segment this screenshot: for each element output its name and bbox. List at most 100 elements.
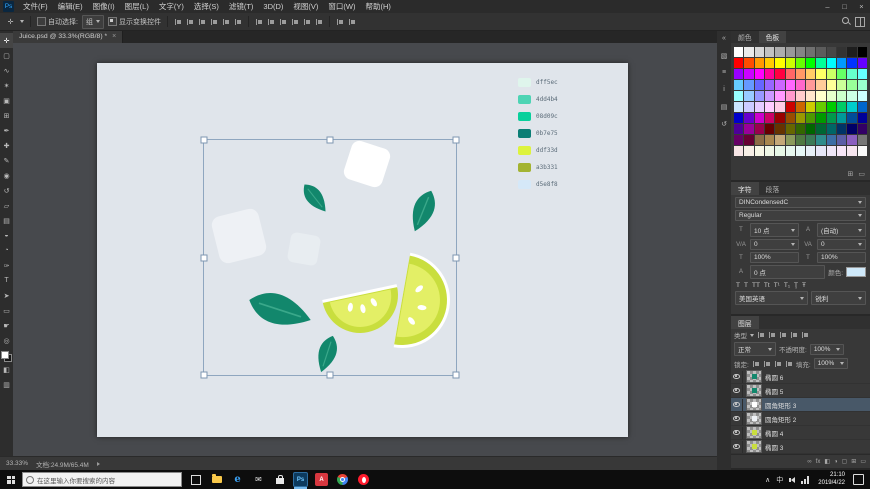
swatch-cell[interactable] [837,80,846,90]
swatch-cell[interactable] [734,58,743,68]
filter-type-icon[interactable] [779,331,787,339]
swatch-cell[interactable] [816,80,825,90]
foreground-background-swatches[interactable] [1,351,12,362]
swatch-cell[interactable] [827,102,836,112]
swatch-cell[interactable] [744,113,753,123]
swatch-cell[interactable] [827,124,836,134]
store-button[interactable] [269,470,290,489]
swatch-cell[interactable] [765,135,774,145]
menu-edit[interactable]: 编辑(E) [53,0,88,13]
tab-character[interactable]: 字符 [731,182,759,195]
swatch-cell[interactable] [816,102,825,112]
lock-position-icon[interactable] [774,360,782,368]
taskbar-clock[interactable]: 21:10 2019/4/22 [813,472,850,487]
search-icon[interactable] [842,17,851,26]
swatch-cell[interactable] [786,91,795,101]
frame-tool[interactable]: ⊞ [0,108,13,123]
volume-icon[interactable] [786,477,798,483]
swatch-cell[interactable] [816,113,825,123]
layer-visibility-icon[interactable] [731,399,743,411]
task-view-button[interactable] [185,470,206,489]
swatch-cell[interactable] [837,135,846,145]
swatch-cell[interactable] [744,69,753,79]
3d-mode-icon[interactable] [336,18,344,26]
transform-handle[interactable] [453,137,460,144]
tray-expand-icon[interactable]: ∧ [762,476,773,484]
align-left-icon[interactable] [174,18,182,26]
distribute-center-h-icon[interactable] [303,18,311,26]
swatch-cell[interactable] [755,102,764,112]
menu-type[interactable]: 文字(Y) [154,0,189,13]
layer-row[interactable]: 圆角矩形 2 [731,412,870,426]
lasso-tool[interactable]: ∿ [0,63,13,78]
swatch-cell[interactable] [796,58,805,68]
swatch-cell[interactable] [775,91,784,101]
canvas-area[interactable]: dff5ec4dd4b408d09c0b7e75ddf33da3b331d5e8… [13,43,717,457]
text-color-swatch[interactable] [846,267,866,277]
transform-handle[interactable] [201,137,208,144]
swatch-cell[interactable] [755,135,764,145]
swatch-cell[interactable] [796,124,805,134]
menu-file[interactable]: 文件(F) [18,0,53,13]
swatch-cell[interactable] [837,102,846,112]
distribute-left-icon[interactable] [291,18,299,26]
font-size-dropdown[interactable]: 10 点 [750,223,799,237]
layer-name[interactable]: 椭圆 5 [765,386,783,396]
align-top-icon[interactable] [210,18,218,26]
swatch-cell[interactable] [786,80,795,90]
swatch-cell[interactable] [796,113,805,123]
blend-mode-dropdown[interactable]: 正常 [734,342,776,356]
layer-visibility-icon[interactable] [731,441,743,453]
close-button[interactable]: × [853,0,870,13]
dodge-tool[interactable]: ◔ [0,243,13,258]
swatch-cell[interactable] [775,58,784,68]
swatch-cell[interactable] [858,124,867,134]
swatch-cell[interactable] [816,135,825,145]
swatch-cell[interactable] [847,124,856,134]
layer-name[interactable]: 椭圆 6 [765,372,783,382]
menu-view[interactable]: 视图(V) [288,0,323,13]
layer-mask-icon[interactable]: ◧ [824,458,830,465]
swatch-cell[interactable] [837,146,846,156]
align-bottom-icon[interactable] [234,18,242,26]
swatch-cell[interactable] [765,47,774,57]
swatch-cell[interactable] [786,113,795,123]
swatch-cell[interactable] [806,135,815,145]
workspace-icon[interactable] [855,17,865,27]
layer-thumbnail[interactable] [746,384,762,397]
swatch-cell[interactable] [847,135,856,145]
type-style-button-5[interactable]: T₁ [784,282,790,289]
swatch-cell[interactable] [827,47,836,57]
baseline-shift-field[interactable]: 0 点 [750,265,825,279]
swatch-cell[interactable] [847,113,856,123]
screen-mode-icon[interactable]: ▥ [0,377,13,392]
vertical-scale-field[interactable]: 100% [750,252,799,263]
swatch-cell[interactable] [847,58,856,68]
swatch-cell[interactable] [796,102,805,112]
taskbar-search-input[interactable]: 在这里输入你要搜索的内容 [22,472,182,487]
minimize-button[interactable]: – [819,0,836,13]
swatch-cell[interactable] [755,91,764,101]
opera-button[interactable] [353,470,374,489]
collapse-panels-icon[interactable]: « [719,33,730,44]
swatch-cell[interactable] [816,146,825,156]
swatch-cell[interactable] [858,91,867,101]
color-panel-icon[interactable]: ▧ [719,50,730,61]
swatch-cell[interactable] [858,102,867,112]
mail-button[interactable]: ✉ [248,470,269,489]
zoom-tool[interactable]: ◎ [0,333,13,348]
adobe-app-button[interactable]: A [311,470,332,489]
zoom-level[interactable]: 33.33% [6,460,28,467]
history-panel-icon[interactable]: ↺ [719,118,730,129]
selection-bounding-box[interactable] [203,139,457,376]
fill-field[interactable]: 100% [814,358,848,369]
swatch-cell[interactable] [775,69,784,79]
tracking-dropdown[interactable]: 0 [817,239,866,250]
tab-color[interactable]: 颜色 [731,30,759,43]
swatch-cell[interactable] [775,80,784,90]
swatch-cell[interactable] [796,91,805,101]
menu-filter[interactable]: 滤镜(T) [224,0,259,13]
swatch-cell[interactable] [796,47,805,57]
swatch-cell[interactable] [847,47,856,57]
pen-tool[interactable]: ✑ [0,258,13,273]
